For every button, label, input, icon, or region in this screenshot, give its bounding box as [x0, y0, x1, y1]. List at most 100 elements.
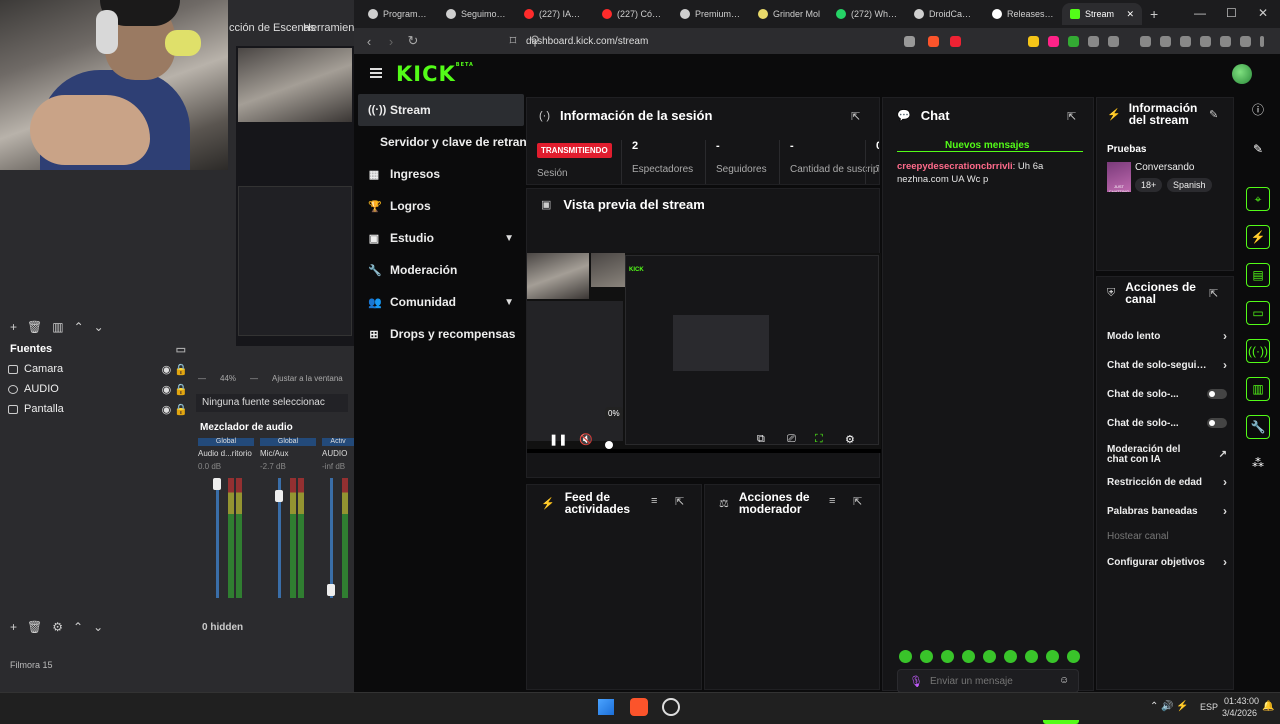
dock-icon[interactable]: ▭: [176, 343, 186, 356]
browser-tab[interactable]: (227) Cómo: [594, 3, 672, 25]
stream-category[interactable]: Conversando: [1135, 162, 1194, 173]
browser-tab[interactable]: Premium Alli: [672, 3, 750, 25]
mute-icon[interactable]: 🔇: [579, 433, 593, 446]
maximize-icon[interactable]: ☐: [1226, 6, 1237, 20]
action-age-restriction[interactable]: Restricción de edad ›: [1107, 473, 1227, 491]
mic-icon[interactable]: 🎙: [909, 675, 923, 688]
pip-icon[interactable]: ⧉: [757, 433, 765, 446]
preview-video[interactable]: KICK ❚❚ 🔇 0% ⧉ ⎚ ⛶ ⚙: [527, 253, 881, 453]
browser-tab-active[interactable]: Stream ✕: [1062, 3, 1142, 25]
sidebar-icon[interactable]: [1180, 36, 1191, 47]
obs-app-icon[interactable]: [662, 698, 680, 716]
fader-knob[interactable]: [213, 478, 221, 490]
category-thumbnail[interactable]: JUST CHATTING: [1107, 162, 1131, 192]
bookmark-icon[interactable]: ⌑: [506, 33, 520, 49]
eye-icon[interactable]: ◉ 🔒: [162, 363, 188, 376]
popout-icon[interactable]: ⇱: [675, 495, 684, 508]
sidebar-item-logros[interactable]: 🏆 Logros: [358, 190, 524, 222]
emote-icon[interactable]: [1067, 650, 1080, 663]
browser-tab[interactable]: Seguimos ad: [438, 3, 516, 25]
apps-icon[interactable]: ⁂: [1246, 451, 1270, 475]
download-icon[interactable]: [1140, 36, 1151, 47]
chat-bubble-icon[interactable]: ▭: [1246, 301, 1270, 325]
clock-time[interactable]: 01:43:00: [1224, 696, 1259, 706]
theater-icon[interactable]: ⛶: [815, 433, 823, 446]
source-row[interactable]: Pantalla ◉ 🔒: [8, 400, 188, 418]
up-icon[interactable]: ⌃: [73, 620, 83, 634]
source-row[interactable]: Camara ◉ 🔒: [8, 360, 188, 378]
emote-icon[interactable]: [1046, 650, 1059, 663]
pause-icon[interactable]: ❚❚: [549, 433, 567, 446]
hamburger-menu-icon[interactable]: [370, 68, 382, 78]
up-icon[interactable]: ⌃: [74, 320, 84, 334]
emote-icon[interactable]: [983, 650, 996, 663]
reload-icon[interactable]: ↻: [406, 33, 420, 49]
volume-slider[interactable]: [605, 441, 613, 449]
action-banned-words[interactable]: Palabras baneadas ›: [1107, 502, 1227, 520]
sidebar-item-estudio[interactable]: ▣ Estudio ▼: [358, 222, 524, 254]
minimize-icon[interactable]: —: [1194, 6, 1206, 20]
new-tab-icon[interactable]: +: [1150, 6, 1158, 22]
add-icon[interactable]: +: [10, 620, 17, 634]
popout-icon[interactable]: ⇱: [851, 110, 860, 123]
extension-icon[interactable]: [1048, 36, 1059, 47]
windows-start-icon[interactable]: [598, 699, 614, 715]
sidebar-item-server-key[interactable]: Servidor y clave de retransn: [358, 126, 541, 158]
vpn-icon[interactable]: [1240, 36, 1251, 47]
browser-tab[interactable]: Grinder Mol: [750, 3, 828, 25]
action-emote-chat[interactable]: Chat de solo-...: [1107, 414, 1227, 432]
eye-icon[interactable]: ◉ 🔒: [162, 383, 188, 396]
zoom-value[interactable]: 44%: [220, 374, 236, 383]
avatar[interactable]: [1232, 64, 1252, 84]
emote-icon[interactable]: [941, 650, 954, 663]
chat-username[interactable]: creepydesecrationcbrrivli: [897, 161, 1013, 172]
trash-icon[interactable]: 🗑: [27, 620, 42, 634]
eye-icon[interactable]: ◉ 🔒: [162, 403, 188, 416]
focus-icon[interactable]: ⌖: [1246, 187, 1270, 211]
clip-icon[interactable]: ⎚: [787, 433, 796, 446]
down-icon[interactable]: ⌄: [93, 620, 103, 634]
popout-icon[interactable]: ⇱: [1067, 110, 1076, 123]
emoji-icon[interactable]: ☺: [1059, 675, 1069, 686]
broadcast-icon[interactable]: ((·)): [1246, 339, 1270, 363]
volume-fader[interactable]: [216, 478, 219, 598]
fader-knob[interactable]: [327, 584, 335, 596]
edit-pencil-icon[interactable]: ✎: [1209, 108, 1218, 121]
close-window-icon[interactable]: ✕: [1258, 6, 1268, 20]
extension-icon[interactable]: [1220, 36, 1231, 47]
emote-icon[interactable]: [1004, 650, 1017, 663]
rewards-icon[interactable]: [950, 36, 961, 47]
toggle-switch[interactable]: [1207, 418, 1227, 428]
trash-icon[interactable]: 🗑: [27, 320, 42, 334]
notification-bell-icon[interactable]: 🔔: [1262, 701, 1274, 712]
action-followers-chat[interactable]: Chat de solo-seguidores ›: [1107, 356, 1227, 374]
extension-icon[interactable]: [1160, 36, 1171, 47]
edit-pencil-icon[interactable]: ✎: [1246, 137, 1270, 161]
filter-icon[interactable]: ≡: [651, 495, 657, 507]
fit-window[interactable]: Ajustar a la ventana: [272, 374, 343, 383]
action-sub-chat[interactable]: Chat de solo-...: [1107, 385, 1227, 403]
popout-icon[interactable]: ⇱: [1209, 287, 1218, 300]
browser-tab[interactable]: (227) IAmCh: [516, 3, 594, 25]
add-icon[interactable]: +: [10, 320, 17, 334]
extension-icon[interactable]: [1068, 36, 1079, 47]
emote-icon[interactable]: [962, 650, 975, 663]
tray-icons[interactable]: ⌃ 🔊 ⚡: [1150, 701, 1189, 712]
menu-icon[interactable]: [1260, 36, 1264, 47]
browser-tab[interactable]: Releases · dr: [984, 3, 1062, 25]
emote-icon[interactable]: [1025, 650, 1038, 663]
sidebar-item-stream[interactable]: ((·)) Stream: [358, 94, 524, 126]
language-indicator[interactable]: ESP: [1200, 702, 1218, 712]
sidebar-item-moderacion[interactable]: 🔧 Moderación: [358, 254, 524, 286]
gear-icon[interactable]: ⚙: [52, 620, 63, 634]
clock-date[interactable]: 3/4/2026: [1222, 708, 1257, 718]
action-ai-moderation[interactable]: Moderación del chat con IA ↗: [1107, 443, 1227, 467]
channel-name[interactable]: Audio d...ritorio: [198, 449, 254, 458]
emote-icon[interactable]: [899, 650, 912, 663]
filter-icon[interactable]: ▥: [52, 320, 63, 334]
action-goals[interactable]: Configurar objetivos ›: [1107, 553, 1227, 571]
fader-knob[interactable]: [275, 490, 283, 502]
info-icon[interactable]: ⓘ: [1246, 97, 1270, 121]
toggle-switch[interactable]: [1207, 389, 1227, 399]
filter-icon[interactable]: ≡: [829, 495, 835, 507]
